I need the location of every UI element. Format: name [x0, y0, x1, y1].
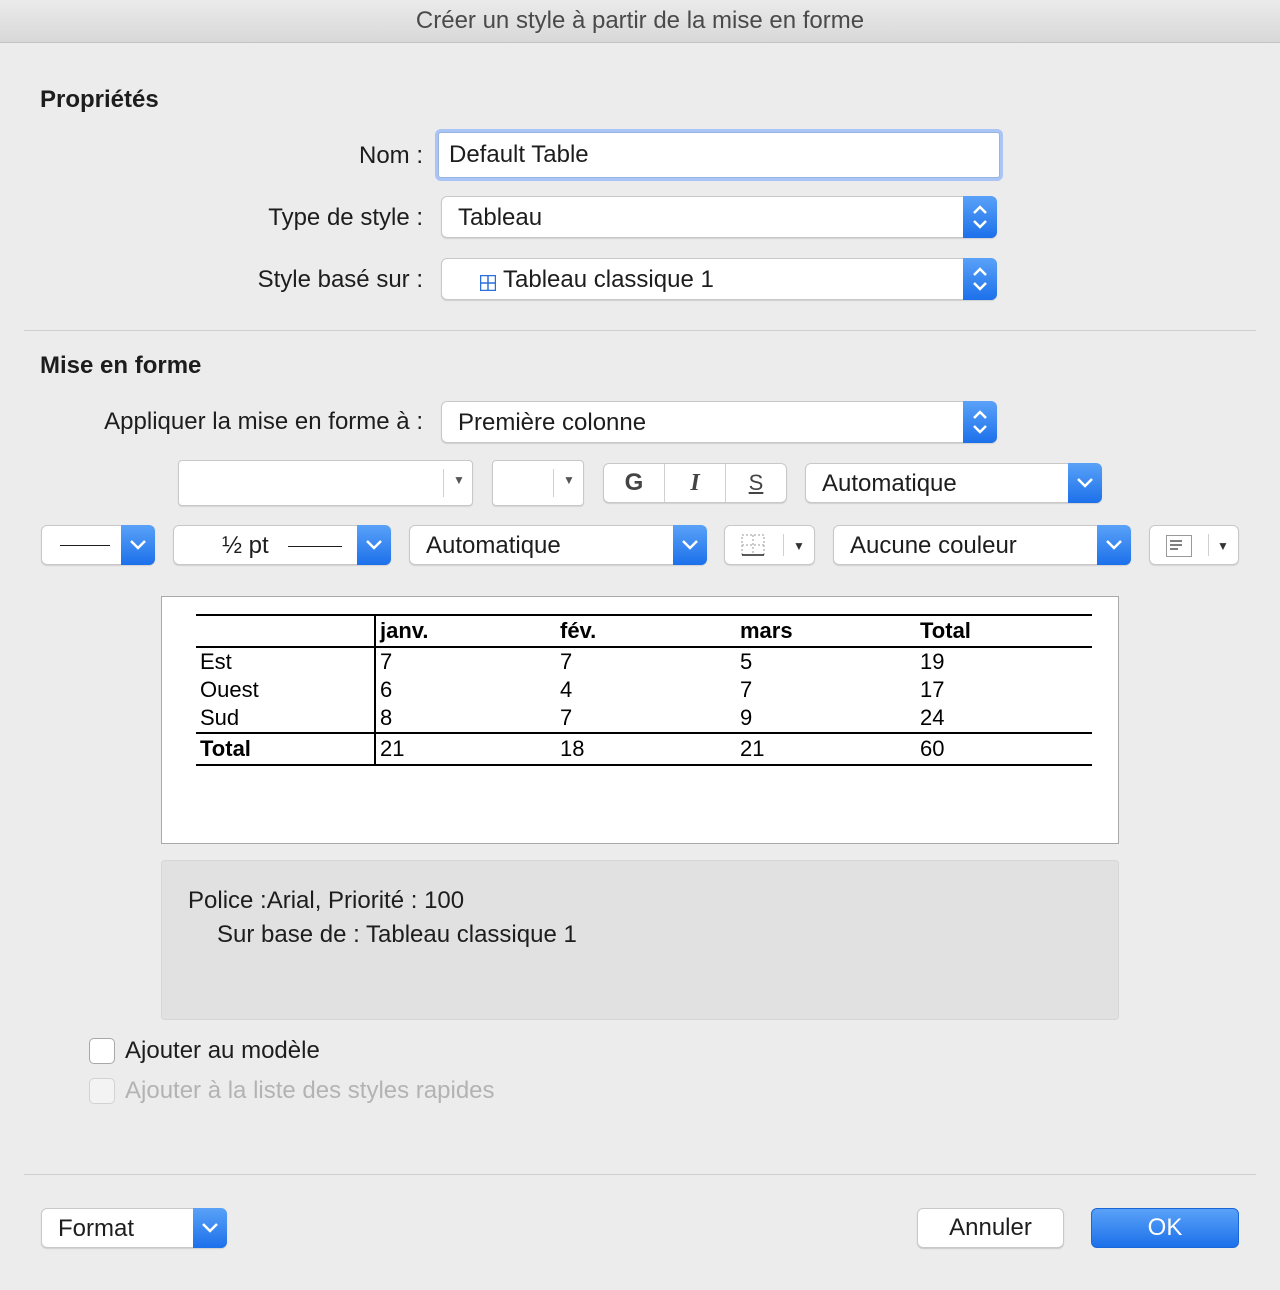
table-cell: 7 [560, 649, 573, 674]
based-on-value: Tableau classique 1 [503, 266, 714, 293]
shading-select[interactable]: Aucune couleur [833, 525, 1131, 565]
table-cell: 18 [556, 732, 736, 766]
add-to-quick-styles-label: Ajouter à la liste des styles rapides [125, 1077, 495, 1104]
table-header-cell [196, 614, 376, 648]
bold-button[interactable]: G [604, 464, 665, 502]
name-label: Nom : [358, 142, 423, 169]
name-input[interactable]: Default Table [438, 132, 1000, 178]
dropdown-arrow-icon[interactable]: ▼ [453, 473, 465, 487]
table-header-cell: fév. [556, 614, 736, 648]
borders-button[interactable]: ▼ [724, 525, 815, 565]
table-row: Est 7 7 5 19 [196, 647, 1092, 676]
line-weight-select[interactable]: ½ pt [173, 525, 391, 565]
chevron-down-icon [1068, 463, 1102, 503]
dropdown-arrow-icon[interactable]: ▼ [563, 473, 575, 487]
table-cell: 4 [560, 677, 573, 702]
dropdown-arrow-icon[interactable]: ▼ [1217, 539, 1229, 553]
table-cell: 7 [560, 705, 573, 730]
table-row: Ouest 6 4 7 17 [196, 676, 1092, 704]
window-title: Créer un style à partir de la mise en fo… [0, 0, 1280, 43]
table-row: Sud 8 7 9 24 [196, 704, 1092, 733]
border-color-value: Automatique [426, 532, 561, 559]
line-style-preview [60, 545, 110, 546]
table-header-cell: janv. [375, 614, 556, 648]
table-header-cell: Total [916, 614, 1092, 648]
chevron-down-icon [193, 1208, 227, 1248]
font-color-value: Automatique [822, 470, 957, 497]
footer-divider [24, 1174, 1256, 1175]
based-on-label: Style basé sur : [257, 266, 423, 293]
combo-separator [443, 469, 444, 497]
format-menu-button[interactable]: Format [41, 1208, 227, 1248]
strikethrough-button[interactable]: S [726, 464, 786, 502]
description-line: Sur base de : Tableau classique 1 [217, 921, 577, 948]
shading-value: Aucune couleur [850, 532, 1017, 559]
style-type-select[interactable]: Tableau [441, 196, 997, 238]
updown-arrows-icon [963, 258, 997, 300]
section-divider [24, 330, 1256, 331]
dropdown-arrow-icon[interactable]: ▼ [793, 539, 805, 553]
ok-button[interactable]: OK [1091, 1208, 1239, 1248]
line-style-select[interactable] [41, 525, 155, 565]
updown-arrows-icon [963, 401, 997, 443]
line-weight-preview [288, 546, 342, 547]
italic-button[interactable]: I [665, 464, 726, 502]
format-label: Format [58, 1215, 135, 1242]
table-cell: 7 [380, 649, 393, 674]
apply-to-value: Première colonne [458, 409, 647, 436]
style-description: Police :Arial, Priorité : 100 Sur base d… [161, 860, 1119, 1020]
chevron-down-icon [121, 525, 155, 565]
alignment-button[interactable]: ▼ [1149, 525, 1239, 565]
alignment-icon [1166, 535, 1192, 562]
cancel-button[interactable]: Annuler [917, 1208, 1064, 1248]
table-cell: Ouest [196, 676, 376, 704]
table-cell: 5 [740, 649, 753, 674]
add-to-quick-styles-checkbox [89, 1078, 115, 1104]
table-cell: 21 [736, 732, 916, 766]
add-to-template-checkbox[interactable] [89, 1038, 115, 1064]
combo-separator [1208, 534, 1209, 556]
combo-separator [553, 469, 554, 497]
table-cell: 17 [920, 677, 945, 702]
table-header-row: janv. fév. mars Total [196, 614, 1092, 648]
table-cell: 21 [375, 732, 556, 766]
chevron-down-icon [357, 525, 391, 565]
font-color-select[interactable]: Automatique [805, 463, 1102, 503]
apply-to-label: Appliquer la mise en forme à : [104, 408, 423, 435]
table-cell: Total [196, 732, 376, 766]
line-weight-value: ½ pt [222, 532, 269, 559]
borders-icon [741, 534, 765, 561]
text-style-buttons: G I S [603, 463, 787, 503]
table-cell: Est [196, 647, 376, 676]
preview-table: janv. fév. mars Total Est 7 7 5 19 Ouest… [196, 614, 1092, 766]
formatting-section-title: Mise en forme [40, 352, 202, 379]
style-type-value: Tableau [458, 204, 543, 231]
updown-arrows-icon [963, 196, 997, 238]
style-type-label: Type de style : [268, 204, 423, 231]
table-cell: 7 [740, 677, 753, 702]
description-line: Police :Arial, Priorité : 100 [188, 887, 465, 914]
chevron-down-icon [673, 525, 707, 565]
table-cell: 6 [380, 677, 393, 702]
table-cell: 9 [740, 705, 753, 730]
font-size-combo[interactable]: ▼ [492, 460, 584, 506]
font-name-combo[interactable]: ▼ [178, 460, 473, 506]
apply-to-select[interactable]: Première colonne [441, 401, 997, 443]
table-total-row: Total 21 18 21 60 [196, 732, 1092, 766]
table-header-cell: mars [736, 614, 916, 648]
border-color-select[interactable]: Automatique [409, 525, 707, 565]
add-to-template-label: Ajouter au modèle [125, 1037, 320, 1064]
table-preview: janv. fév. mars Total Est 7 7 5 19 Ouest… [161, 596, 1119, 844]
table-icon [479, 270, 497, 298]
table-cell: 19 [920, 649, 945, 674]
chevron-down-icon [1097, 525, 1131, 565]
based-on-select[interactable]: Tableau classique 1 [441, 258, 997, 300]
combo-separator [783, 534, 784, 556]
table-cell: 60 [916, 732, 1092, 766]
table-cell: Sud [196, 704, 376, 733]
table-cell: 24 [920, 705, 945, 730]
table-cell: 8 [380, 705, 393, 730]
properties-section-title: Propriétés [40, 86, 159, 113]
